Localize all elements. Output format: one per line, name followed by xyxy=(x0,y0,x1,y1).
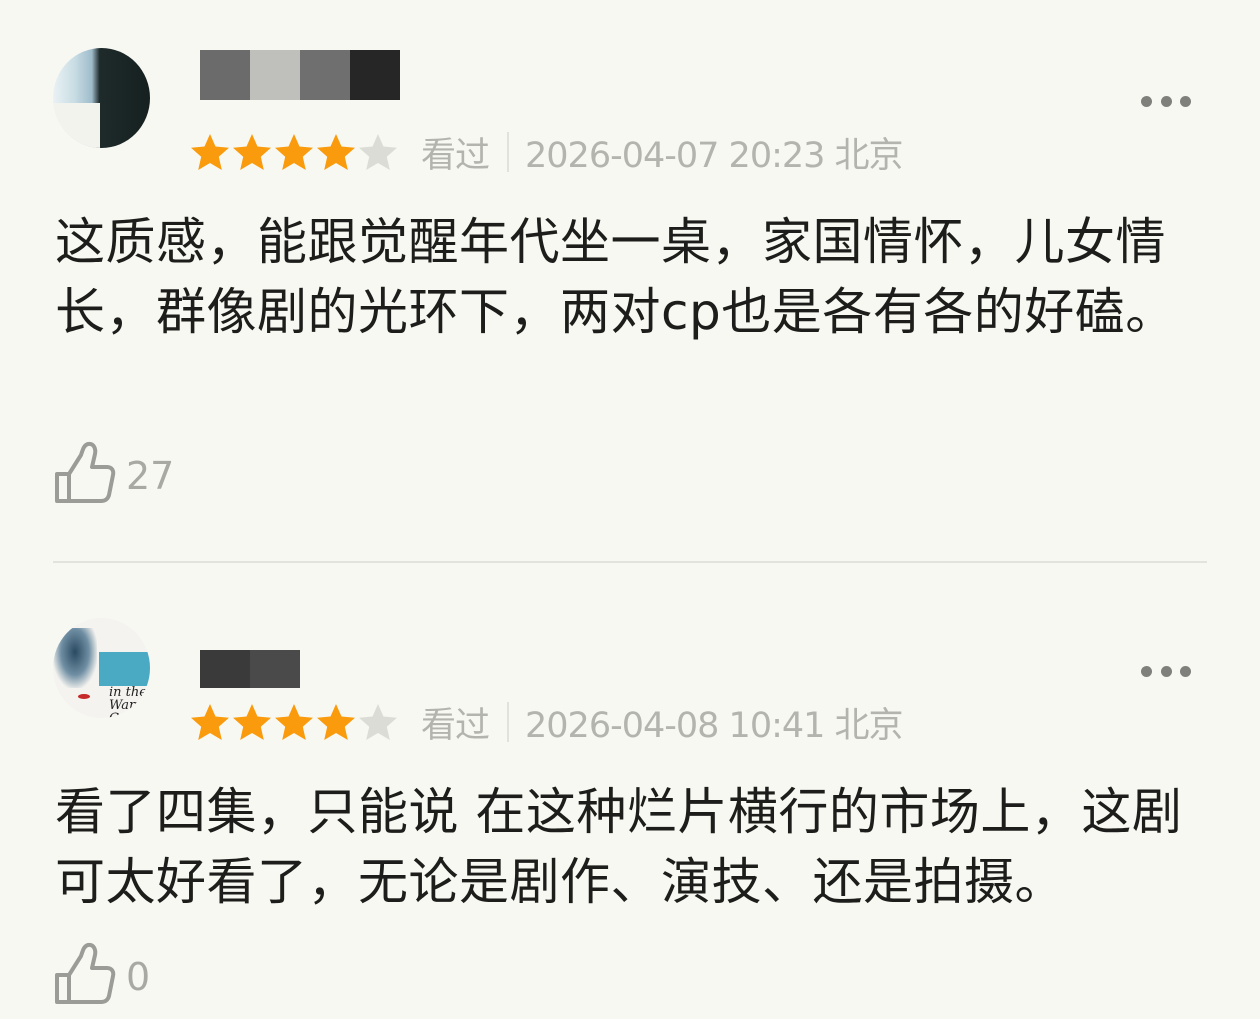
username-pixelated[interactable] xyxy=(200,50,400,100)
thumbs-up-icon xyxy=(55,441,116,503)
watch-status: 看过 xyxy=(421,135,490,176)
avatar-art xyxy=(53,628,97,688)
like-count: 0 xyxy=(126,955,151,999)
pixel-block xyxy=(200,50,250,100)
pixel-block xyxy=(200,650,250,688)
star-filled-icon xyxy=(317,134,355,170)
like-button[interactable]: 0 xyxy=(54,942,150,1006)
avatar-art xyxy=(78,694,90,699)
review-item: 看过 2026-04-07 20:23 北京 这质感，能跟觉醒年代坐一桌，家国情… xyxy=(0,0,1260,563)
star-filled-icon xyxy=(275,704,313,740)
meta-divider xyxy=(507,132,510,172)
review-datetime: 2026-04-08 10:41 北京 xyxy=(525,705,904,746)
star-empty-icon xyxy=(359,134,397,170)
review-content: 看了四集，只能说 在这种烂片横行的市场上，这剧可太好看了，无论是剧作、演技、还是… xyxy=(55,783,1183,911)
rating-stars xyxy=(189,702,399,742)
avatar-art xyxy=(99,652,150,686)
like-button[interactable]: 27 xyxy=(54,441,174,505)
pixel-block xyxy=(350,50,400,100)
avatar[interactable] xyxy=(53,48,150,148)
thumbs-up-icon xyxy=(55,942,116,1004)
review-item: in the Warmest Col 看过 2026-04-08 10:41 北… xyxy=(0,563,1260,1019)
star-filled-icon xyxy=(233,704,271,740)
watch-status: 看过 xyxy=(421,705,490,746)
username-pixelated[interactable] xyxy=(200,650,300,688)
pixel-block xyxy=(250,650,300,688)
avatar[interactable]: in the Warmest Col xyxy=(53,618,150,718)
star-filled-icon xyxy=(191,134,229,170)
pixel-block xyxy=(250,50,300,100)
rating-stars xyxy=(189,132,399,172)
more-options-icon[interactable] xyxy=(1141,95,1191,107)
review-meta: 看过 2026-04-07 20:23 北京 xyxy=(189,132,904,176)
star-filled-icon xyxy=(275,134,313,170)
review-meta: 看过 2026-04-08 10:41 北京 xyxy=(189,702,904,746)
review-content: 这质感，能跟觉醒年代坐一桌，家国情怀，儿女情长，群像剧的光环下，两对cp也是各有… xyxy=(55,213,1176,341)
star-filled-icon xyxy=(233,134,271,170)
star-filled-icon xyxy=(317,704,355,740)
pixel-block xyxy=(300,50,350,100)
more-options-icon[interactable] xyxy=(1141,665,1191,677)
star-empty-icon xyxy=(359,704,397,740)
review-datetime: 2026-04-07 20:23 北京 xyxy=(525,135,904,176)
avatar-text: in the Warmest Col xyxy=(109,685,150,718)
star-filled-icon xyxy=(191,704,229,740)
meta-divider xyxy=(507,702,510,742)
like-count: 27 xyxy=(126,454,175,498)
